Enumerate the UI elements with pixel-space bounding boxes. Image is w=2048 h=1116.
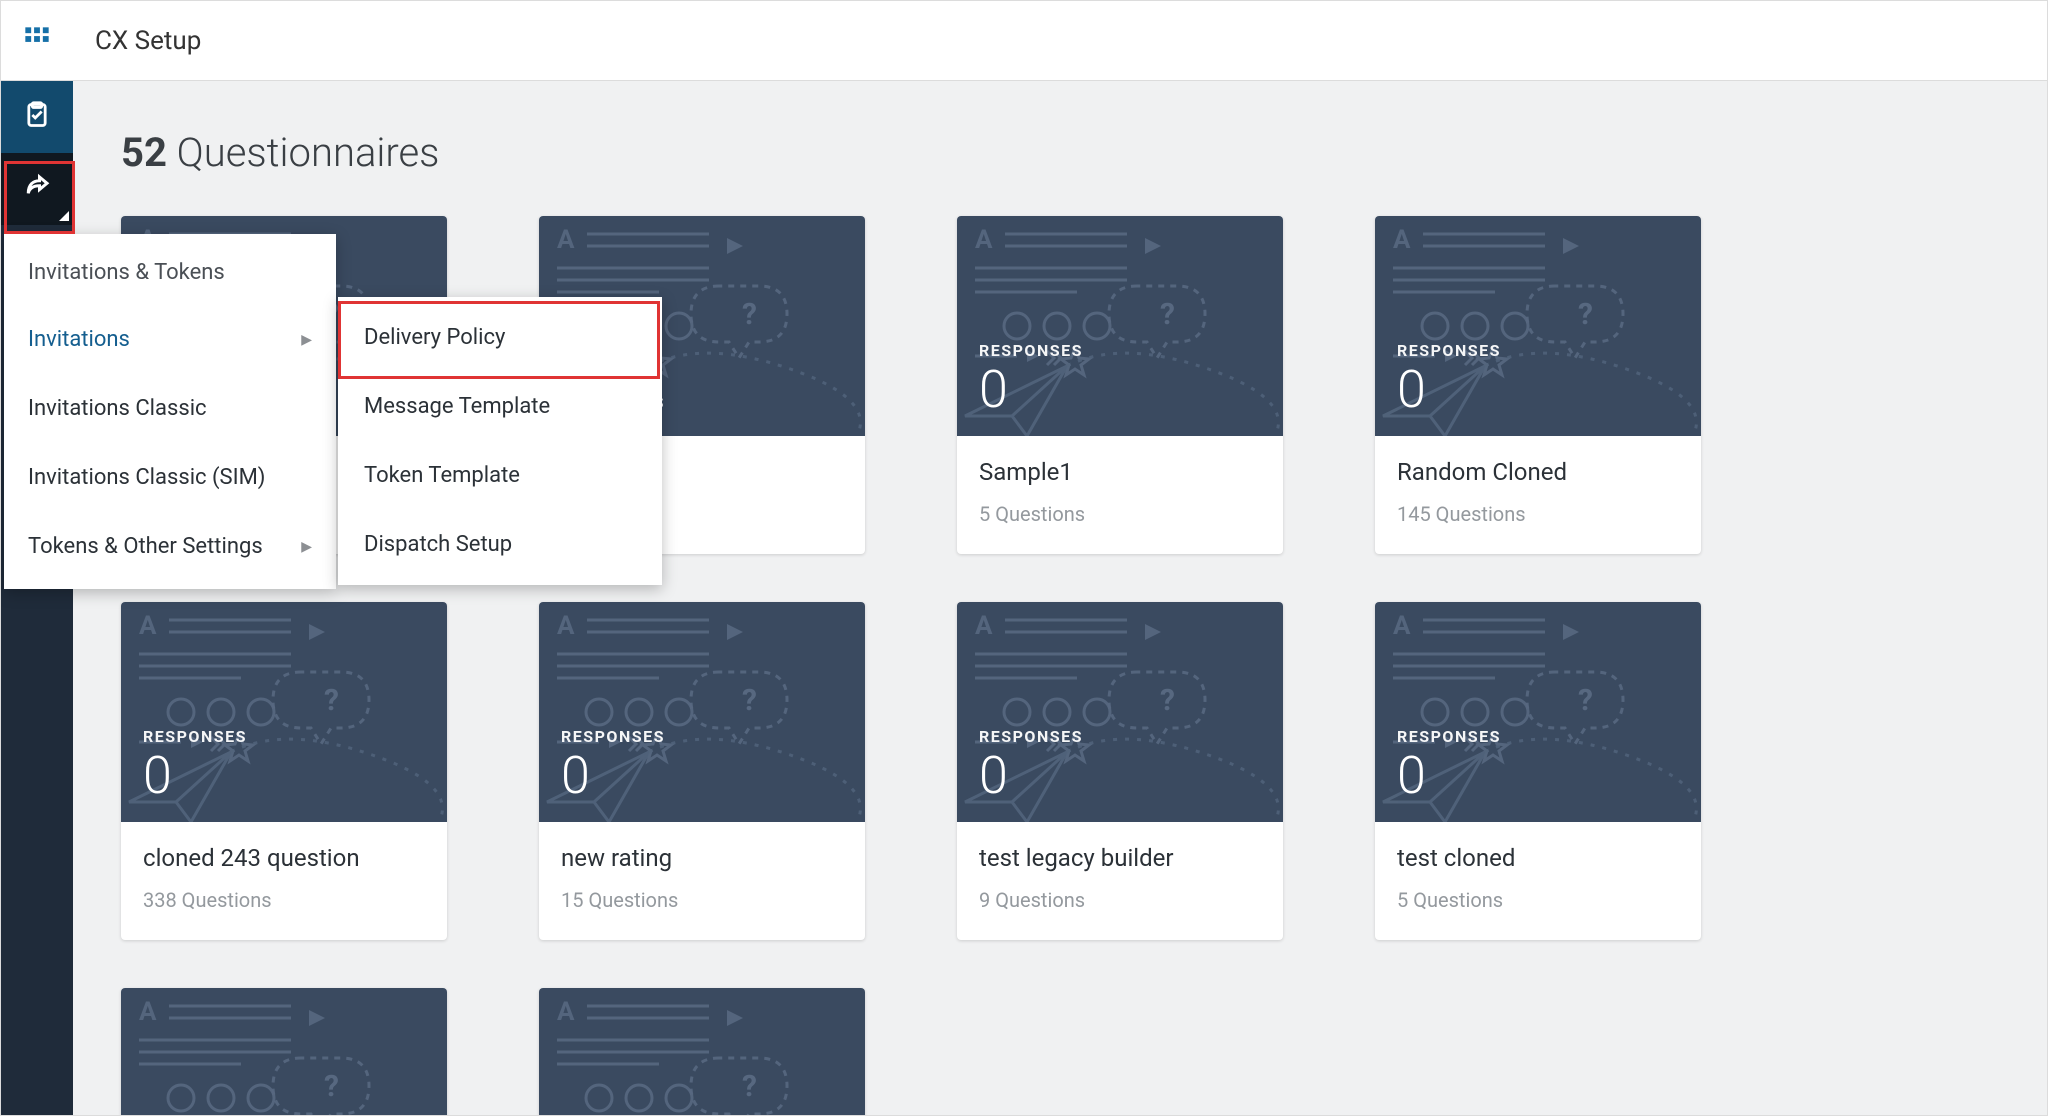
card-body: cloned 243 question 338 Questions	[121, 822, 447, 940]
submenu-item-label: Token Template	[364, 463, 520, 488]
menu-item-label: Tokens & Other Settings	[28, 534, 263, 559]
responses-label: RESPONSES	[143, 727, 425, 746]
invitations-submenu-item[interactable]: Message Template	[338, 372, 662, 441]
responses-label: RESPONSES	[561, 1113, 843, 1115]
questionnaire-card[interactable]: RESPONSES 0 Sample1 5 Questions	[957, 216, 1283, 554]
menu-item-label: Invitations Classic	[28, 396, 207, 421]
rail-tab-questionnaires[interactable]	[1, 81, 73, 153]
questionnaire-card[interactable]: RESPONSES 0 test legacy builder 9 Questi…	[957, 602, 1283, 940]
card-body: Sample1 5 Questions	[957, 436, 1283, 554]
questionnaire-subtitle: 5 Questions	[1397, 888, 1679, 912]
page-title: CX Setup	[73, 26, 201, 56]
card-header: RESPONSES 0	[957, 602, 1283, 822]
invitations-submenu-item[interactable]: Token Template	[338, 441, 662, 510]
apps-grid-icon	[23, 25, 51, 57]
card-decor-icon	[121, 988, 447, 1115]
app-screen: CX Setup 52 Questionnaires RESPONSES	[0, 0, 2048, 1116]
card-body: new rating 15 Questions	[539, 822, 865, 940]
invitations-submenu: Delivery Policy Message Template Token Tem…	[338, 297, 662, 585]
menu-item-label: Invitations Classic (SIM)	[28, 465, 265, 490]
questionnaire-subtitle: 9 Questions	[979, 888, 1261, 912]
invitations-submenu-item[interactable]: Delivery Policy	[338, 303, 662, 372]
invitations-menu-item[interactable]: Invitations Classic (SIM)	[4, 443, 336, 512]
app-switcher-button[interactable]	[1, 1, 73, 81]
responses-label: RESPONSES	[979, 341, 1261, 360]
questionnaire-card[interactable]: RESPONSES 0 new rating 15 Questions	[539, 602, 865, 940]
invitations-menu-header: Invitations & Tokens	[4, 234, 336, 305]
card-header: RESPONSES 0	[539, 988, 865, 1115]
questionnaire-name: test legacy builder	[979, 844, 1261, 872]
invitations-menu-item[interactable]: Invitations Classic	[4, 374, 336, 443]
section-heading: 52 Questionnaires	[121, 129, 1999, 176]
invitations-menu: Invitations & Tokens Invitations▶Invitat…	[4, 234, 336, 589]
responses-count: 0	[561, 750, 843, 802]
card-decor-icon	[539, 988, 865, 1115]
responses-count: 0	[979, 364, 1261, 416]
questionnaire-name: Random Cloned	[1397, 458, 1679, 486]
main-content: 52 Questionnaires RESPONSES RESPONSES s …	[73, 81, 2047, 1115]
submenu-item-label: Delivery Policy	[364, 325, 505, 350]
responses-count: 0	[1397, 364, 1679, 416]
submenu-indicator-icon	[59, 211, 69, 221]
questionnaire-card[interactable]: RESPONSES 0 test legacy 4 Questions	[121, 988, 447, 1115]
responses-label: RESPONSES	[1397, 341, 1679, 360]
questionnaire-card[interactable]: RESPONSES 0 test cloned 5 Questions	[1375, 602, 1701, 940]
questionnaire-name: Sample1	[979, 458, 1261, 486]
invitations-menu-item[interactable]: Tokens & Other Settings ▶	[4, 512, 336, 581]
questionnaire-subtitle: 338 Questions	[143, 888, 425, 912]
questionnaire-name: new rating	[561, 844, 843, 872]
invitations-submenu-item[interactable]: Dispatch Setup	[338, 510, 662, 579]
card-body: test cloned 5 Questions	[1375, 822, 1701, 940]
chevron-right-icon: ▶	[301, 332, 312, 348]
responses-label: RESPONSES	[1397, 727, 1679, 746]
responses-label: RESPONSES	[143, 1113, 425, 1115]
share-arrow-icon	[22, 172, 52, 206]
questionnaire-count-label: Questionnaires	[177, 129, 440, 176]
questionnaire-card[interactable]: RESPONSES 0 Random Cloned 145 Questions	[1375, 216, 1701, 554]
responses-label: RESPONSES	[979, 727, 1261, 746]
card-body: Random Cloned 145 Questions	[1375, 436, 1701, 554]
responses-count: 0	[143, 750, 425, 802]
top-bar: CX Setup	[1, 1, 2047, 81]
questionnaire-subtitle: 145 Questions	[1397, 502, 1679, 526]
card-header: RESPONSES 0	[1375, 216, 1701, 436]
questionnaire-card[interactable]: RESPONSES 0 cloned 243 question 338 Ques…	[121, 602, 447, 940]
questionnaire-card[interactable]: RESPONSES 0 new qb 5 Questions	[539, 988, 865, 1115]
card-header: RESPONSES 0	[121, 988, 447, 1115]
card-body: test legacy builder 9 Questions	[957, 822, 1283, 940]
card-header: RESPONSES 0	[957, 216, 1283, 436]
questionnaire-name: cloned 243 question	[143, 844, 425, 872]
responses-count: 0	[979, 750, 1261, 802]
questionnaire-subtitle: 5 Questions	[979, 502, 1261, 526]
invitations-menu-item[interactable]: Invitations ▶	[4, 305, 336, 374]
submenu-item-label: Message Template	[364, 394, 550, 419]
responses-count: 0	[1397, 750, 1679, 802]
clipboard-icon	[23, 101, 51, 133]
submenu-item-label: Dispatch Setup	[364, 532, 512, 557]
chevron-right-icon: ▶	[301, 539, 312, 555]
questionnaire-count: 52	[121, 129, 167, 176]
card-header: RESPONSES 0	[539, 602, 865, 822]
questionnaire-name: test cloned	[1397, 844, 1679, 872]
card-header: RESPONSES 0	[121, 602, 447, 822]
menu-item-label: Invitations	[28, 327, 130, 352]
questionnaire-subtitle: 15 Questions	[561, 888, 843, 912]
rail-tab-invitations[interactable]	[1, 153, 73, 225]
card-header: RESPONSES 0	[1375, 602, 1701, 822]
responses-label: RESPONSES	[561, 727, 843, 746]
